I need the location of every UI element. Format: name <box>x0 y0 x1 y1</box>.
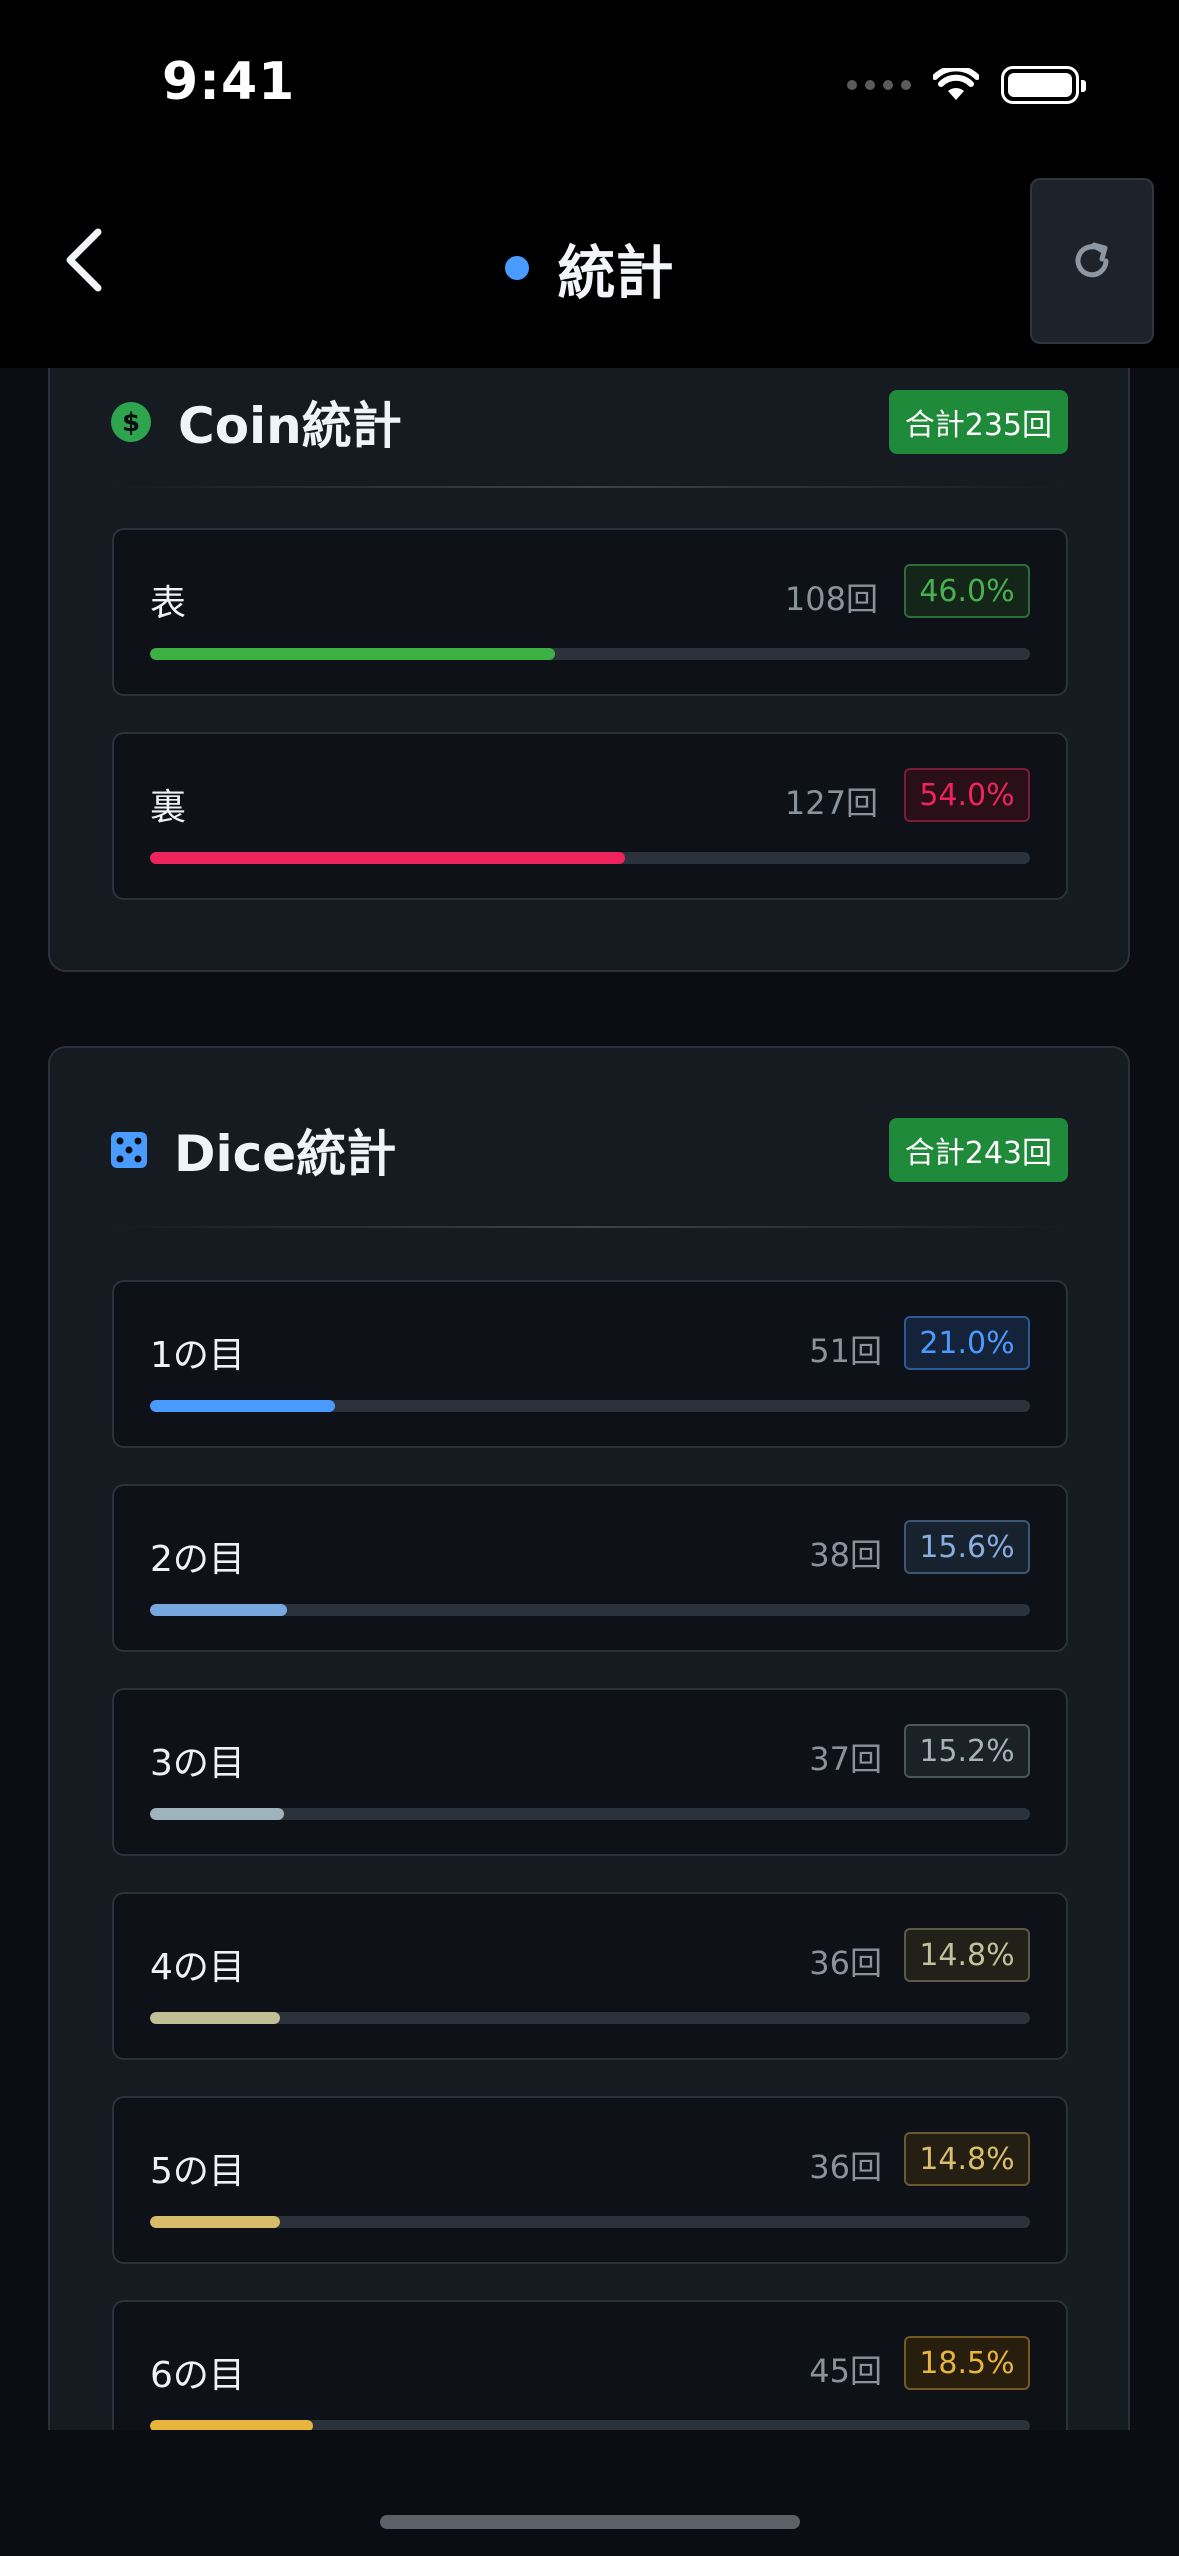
coin-card-header: $ Coin統計 合計235回 <box>110 386 1068 458</box>
progress-fill <box>150 1400 335 1412</box>
progress-track <box>150 1808 1030 1820</box>
row-count: 37回 <box>809 1740 882 1778</box>
progress-track <box>150 2420 1030 2430</box>
row-label: 1の目 <box>150 1335 245 1376</box>
coin-divider <box>110 486 1068 488</box>
refresh-button[interactable] <box>1030 178 1154 344</box>
coin-stats-card: $ Coin統計 合計235回 表 108回 46.0% 裏 127回 54.0… <box>48 368 1130 972</box>
progress-track <box>150 1400 1030 1412</box>
dice-card-title: Dice統計 <box>174 1125 397 1183</box>
row-count: 36回 <box>809 1944 882 1982</box>
row-count: 127回 <box>784 784 878 822</box>
cellular-signal-icon <box>847 80 911 90</box>
dice-divider <box>110 1226 1068 1228</box>
battery-icon <box>1001 66 1086 104</box>
dice-icon <box>111 1132 147 1168</box>
status-icons <box>847 66 1086 104</box>
stats-scroll-area[interactable]: $ Coin統計 合計235回 表 108回 46.0% 裏 127回 54.0… <box>0 368 1179 2430</box>
progress-track <box>150 1604 1030 1616</box>
row-label: 表 <box>150 583 187 624</box>
progress-fill <box>150 1808 284 1820</box>
progress-track <box>150 2216 1030 2228</box>
progress-fill <box>150 852 626 864</box>
svg-text:$: $ <box>122 408 140 438</box>
coin-total-badge: 合計235回 <box>888 390 1068 454</box>
row-label: 3の目 <box>150 1743 245 1784</box>
dice-row-3: 3の目 37回 15.2% <box>112 1688 1068 1856</box>
row-label: 6の目 <box>150 2355 245 2396</box>
row-label: 2の目 <box>150 1539 245 1580</box>
row-count: 45回 <box>809 2352 882 2390</box>
progress-fill <box>150 1604 288 1616</box>
row-count: 36回 <box>809 2148 882 2186</box>
coin-card-title: Coin統計 <box>178 397 402 455</box>
row-label: 裏 <box>150 787 187 828</box>
status-dot-icon <box>505 256 530 280</box>
coin-row-tails: 裏 127回 54.0% <box>112 732 1068 900</box>
nav-title-group: 統計 <box>0 226 1179 310</box>
progress-fill <box>150 648 555 660</box>
row-label: 5の目 <box>150 2151 245 2192</box>
row-percent-badge: 14.8% <box>904 2132 1030 2186</box>
dice-row-5: 5の目 36回 14.8% <box>112 2096 1068 2264</box>
progress-track <box>150 648 1030 660</box>
row-percent-badge: 15.2% <box>904 1724 1030 1778</box>
row-label: 4の目 <box>150 1947 245 1988</box>
row-count: 51回 <box>809 1332 882 1370</box>
progress-track <box>150 852 1030 864</box>
row-count: 108回 <box>784 580 878 618</box>
status-bar: 9:41 <box>0 0 1179 160</box>
nav-bar: 統計 <box>0 160 1179 368</box>
progress-fill <box>150 2216 281 2228</box>
row-percent-badge: 21.0% <box>904 1316 1030 1370</box>
page-title: 統計 <box>557 239 674 307</box>
coin-row-heads: 表 108回 46.0% <box>112 528 1068 696</box>
progress-fill <box>150 2420 313 2430</box>
dollar-coin-icon: $ <box>111 402 151 442</box>
dice-row-6: 6の目 45回 18.5% <box>112 2300 1068 2430</box>
status-time: 9:41 <box>162 52 296 112</box>
dice-card-header: Dice統計 合計243回 <box>110 1114 1068 1186</box>
progress-track <box>150 2012 1030 2024</box>
dice-stats-card: Dice統計 合計243回 1の目 51回 21.0% 2の目 38回 15.6… <box>48 1046 1130 2430</box>
dice-row-4: 4の目 36回 14.8% <box>112 1892 1068 2060</box>
progress-fill <box>150 2012 281 2024</box>
row-percent-badge: 18.5% <box>904 2336 1030 2390</box>
row-percent-badge: 15.6% <box>904 1520 1030 1574</box>
row-percent-badge: 54.0% <box>904 768 1030 822</box>
wifi-icon <box>933 68 979 100</box>
row-count: 38回 <box>809 1536 882 1574</box>
dice-row-2: 2の目 38回 15.6% <box>112 1484 1068 1652</box>
refresh-icon <box>1075 242 1109 278</box>
row-percent-badge: 46.0% <box>904 564 1030 618</box>
home-indicator[interactable] <box>380 2515 800 2529</box>
dice-row-1: 1の目 51回 21.0% <box>112 1280 1068 1448</box>
dice-total-badge: 合計243回 <box>888 1118 1068 1182</box>
row-percent-badge: 14.8% <box>904 1928 1030 1982</box>
